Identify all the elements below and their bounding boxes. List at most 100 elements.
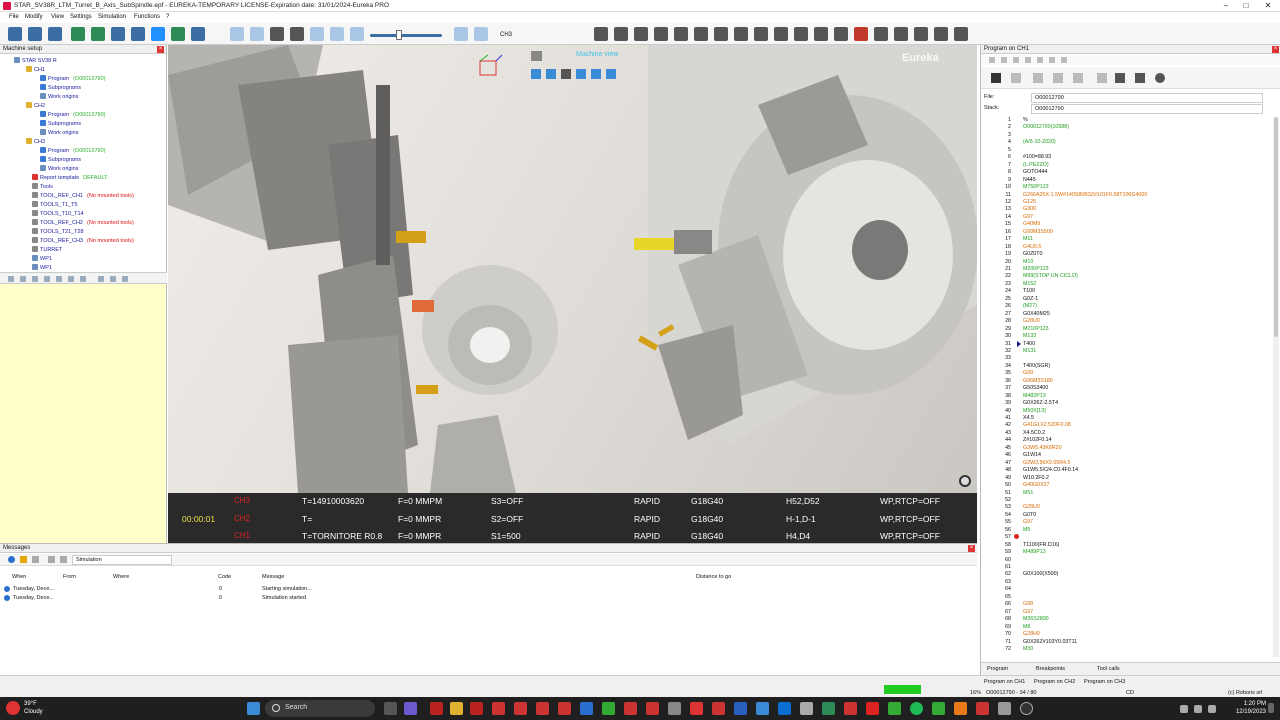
app-icon[interactable]	[404, 702, 417, 715]
tab-tool-calls[interactable]: Tool calls	[1097, 666, 1120, 672]
document-icon[interactable]	[111, 27, 125, 41]
code-line[interactable]: G28U0	[1023, 318, 1040, 324]
props-delete-icon[interactable]	[110, 276, 116, 282]
tree-tools-t10-t14[interactable]: TOOLS_T10_T14	[32, 210, 84, 217]
clear-icon[interactable]	[1097, 73, 1107, 83]
col-code[interactable]: Code	[218, 574, 231, 580]
tree-ch3-work-origins[interactable]: Work origins	[40, 165, 78, 172]
tree-machine[interactable]: STAR SV38 R	[14, 57, 57, 64]
check-icon[interactable]	[230, 27, 244, 41]
step-out-icon[interactable]	[1073, 73, 1083, 83]
spotify-icon[interactable]	[910, 702, 923, 715]
props-refresh-icon[interactable]	[44, 276, 50, 282]
code-line[interactable]: M131	[1023, 348, 1036, 354]
app-icon[interactable]	[954, 702, 967, 715]
file-select[interactable]: O00012790	[1031, 93, 1263, 103]
tool-library-icon[interactable]	[954, 27, 968, 41]
open-file-icon[interactable]	[28, 27, 42, 41]
code-line[interactable]: M489P13	[1023, 549, 1046, 555]
app-icon[interactable]	[492, 702, 505, 715]
grid-icon[interactable]	[151, 27, 165, 41]
code-line[interactable]: G0Z0T0	[1023, 251, 1042, 257]
replace-icon[interactable]	[1061, 57, 1067, 63]
start-icon[interactable]	[247, 702, 260, 715]
props-down-icon[interactable]	[56, 276, 62, 282]
app-icon[interactable]	[844, 702, 857, 715]
zoom-in-icon[interactable]	[454, 27, 468, 41]
code-line[interactable]: T1100(FR.D16)	[1023, 542, 1059, 548]
menu-help[interactable]: ?	[166, 14, 169, 20]
view-front-icon[interactable]	[531, 69, 541, 79]
tree-turret[interactable]: TURRET	[32, 246, 62, 253]
menu-file[interactable]: File	[9, 14, 19, 20]
machine-setup-close-button[interactable]: ×	[157, 46, 164, 53]
props-category-icon[interactable]	[20, 276, 26, 282]
tools-icon[interactable]	[171, 27, 185, 41]
tree-tools[interactable]: Tools	[32, 183, 53, 190]
tree-tools-t21-t28[interactable]: TOOLS_T21_T28	[32, 228, 84, 235]
view-top-icon[interactable]	[576, 69, 586, 79]
code-line[interactable]: G4U0.5	[1023, 244, 1041, 250]
pause-icon[interactable]	[991, 73, 1001, 83]
info-filter-icon[interactable]	[8, 556, 15, 563]
code-line[interactable]: M99(STOP UN CICLO)	[1023, 273, 1078, 279]
copy-icon[interactable]	[131, 27, 145, 41]
app-icon[interactable]	[536, 702, 549, 715]
code-line[interactable]: GOTO444	[1023, 169, 1047, 175]
app-icon[interactable]	[624, 702, 637, 715]
code-line[interactable]: (A/5-10-2020)	[1023, 139, 1056, 145]
code-line[interactable]: G1W14	[1023, 452, 1041, 458]
code-line[interactable]: O00012790(10588)	[1023, 124, 1069, 130]
code-line[interactable]: M482P13	[1023, 393, 1046, 399]
view-side-icon[interactable]	[591, 69, 601, 79]
code-line[interactable]: M210P123	[1023, 326, 1049, 332]
code-line[interactable]: G0X26Z-2.5T4	[1023, 400, 1058, 406]
redo-icon[interactable]	[1037, 57, 1043, 63]
col-where[interactable]: Where	[113, 574, 129, 580]
app-icon[interactable]	[646, 702, 659, 715]
view-fit-icon[interactable]	[561, 69, 571, 79]
find-icon[interactable]	[1049, 57, 1055, 63]
code-line[interactable]: G40M9	[1023, 221, 1040, 227]
app-icon[interactable]	[558, 702, 571, 715]
speed-slider-track[interactable]	[370, 34, 442, 37]
tree-ch1-work-origins[interactable]: Work origins	[40, 93, 78, 100]
code-line[interactable]: M8	[1023, 624, 1030, 630]
media-icon[interactable]	[1020, 702, 1033, 715]
open-icon[interactable]	[1001, 57, 1007, 63]
taskbar-clock[interactable]: 1:20 PM 12/19/2023	[1224, 700, 1266, 716]
step-icon[interactable]	[330, 27, 344, 41]
tree-ch2[interactable]: CH2	[26, 102, 45, 109]
col-message[interactable]: Message	[262, 574, 284, 580]
new-file-icon[interactable]	[8, 27, 22, 41]
code-line[interactable]: M10	[1023, 259, 1033, 265]
program-close-button[interactable]: ×	[1272, 46, 1279, 53]
code-line[interactable]: G0X100(X500)	[1023, 571, 1058, 577]
code-line[interactable]: G0Z-1	[1023, 296, 1038, 302]
col-distance[interactable]: Distance to go	[696, 574, 731, 580]
status-tab-ch3[interactable]: Program on CH3	[1084, 679, 1125, 685]
app-icon[interactable]	[800, 702, 813, 715]
wand-icon[interactable]	[814, 27, 828, 41]
code-line[interactable]: (L.PEZZO)	[1023, 162, 1049, 168]
weather-icon[interactable]	[6, 701, 20, 715]
app-icon[interactable]	[668, 702, 681, 715]
file-explorer-icon[interactable]	[450, 702, 463, 715]
tree-ch1-program[interactable]: Program (O00012790)	[40, 75, 106, 82]
code-line[interactable]: G50S3400	[1023, 385, 1048, 391]
collision-icon[interactable]	[874, 27, 888, 41]
menu-settings[interactable]: Settings	[70, 14, 92, 20]
lock-icon[interactable]	[894, 27, 908, 41]
app-icon[interactable]	[470, 702, 483, 715]
speed-slider-thumb[interactable]	[396, 30, 402, 40]
volume-icon[interactable]	[1208, 705, 1216, 713]
tab-program[interactable]: Program	[987, 666, 1008, 672]
code-line[interactable]: G41G1X2.5Z0F0.08	[1023, 422, 1071, 428]
props-sort-icon[interactable]	[8, 276, 14, 282]
pencil-icon[interactable]	[91, 27, 105, 41]
code-line[interactable]: G0X26Z#103Y0.03T11	[1023, 639, 1077, 645]
code-line[interactable]: T100	[1023, 288, 1035, 294]
stop-icon[interactable]	[270, 27, 284, 41]
monitor-icon[interactable]	[191, 27, 205, 41]
clear-messages-icon[interactable]	[48, 556, 55, 563]
